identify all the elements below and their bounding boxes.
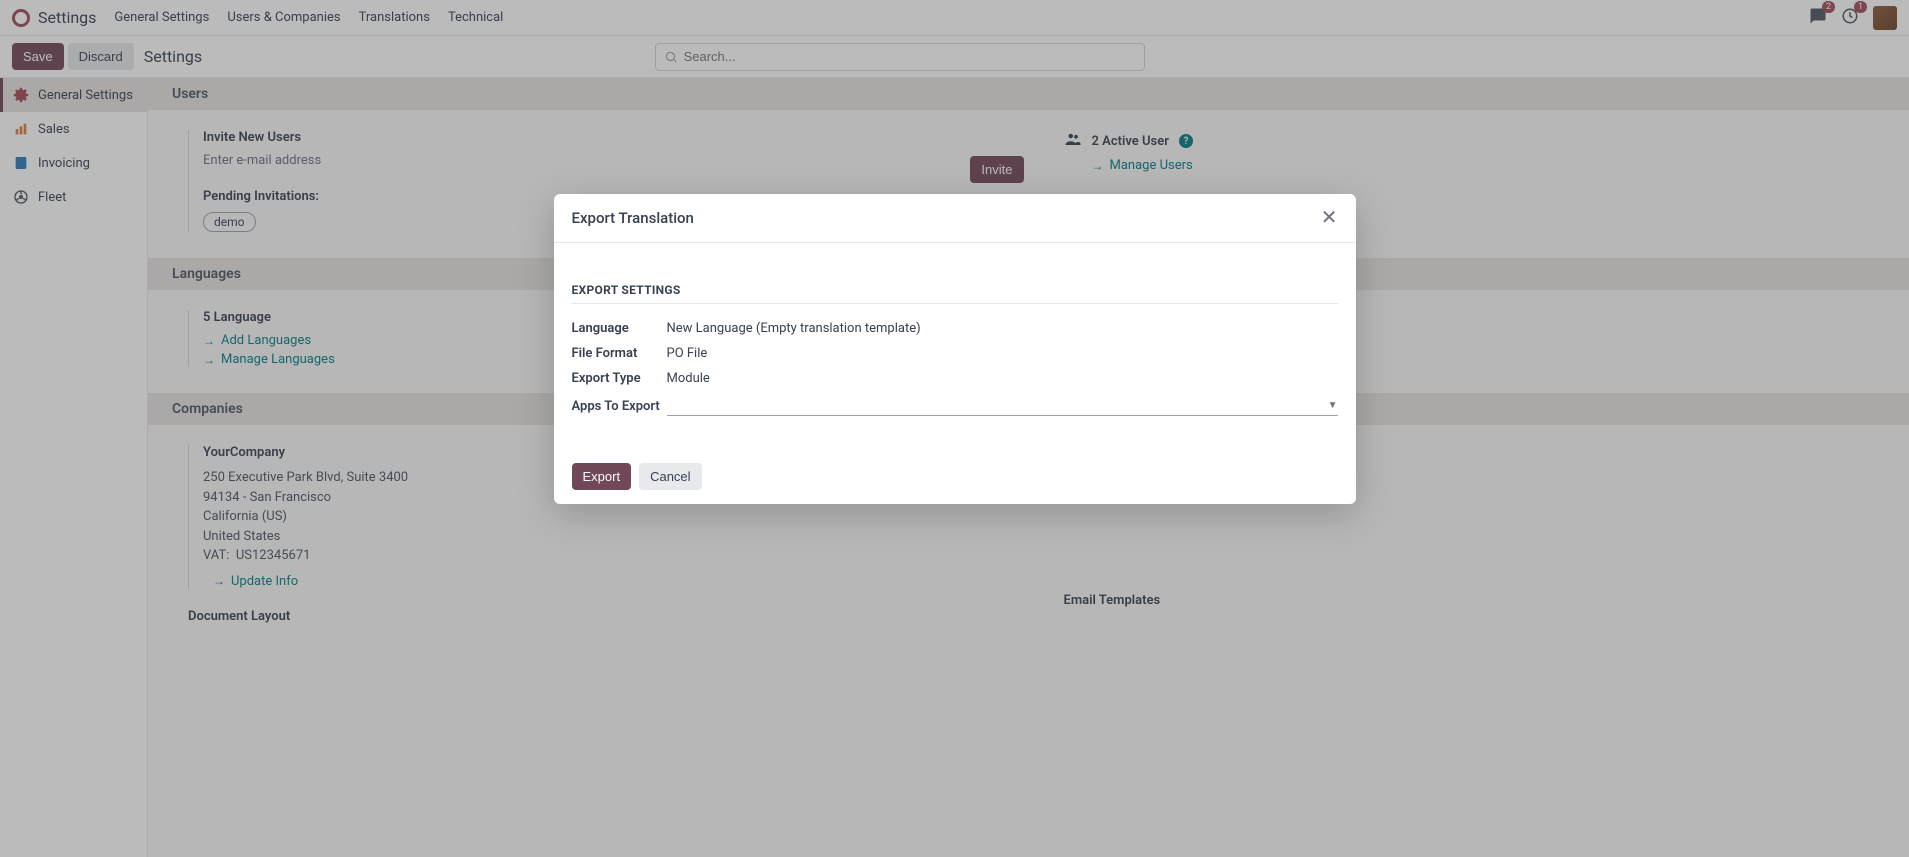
language-value[interactable]: New Language (Empty translation template…	[667, 321, 1338, 336]
apps-to-export-input[interactable]	[667, 398, 1328, 413]
form-row-format: File Format PO File	[572, 341, 1338, 366]
type-value[interactable]: Module	[667, 371, 1338, 386]
modal-title: Export Translation	[572, 209, 694, 227]
modal-footer: Export Cancel	[554, 449, 1356, 504]
modal-overlay: Export Translation ✕ EXPORT SETTINGS Lan…	[0, 0, 1909, 857]
close-icon[interactable]: ✕	[1321, 208, 1338, 228]
cancel-button[interactable]: Cancel	[639, 463, 701, 490]
apps-label: Apps To Export	[572, 399, 667, 414]
form-row-language: Language New Language (Empty translation…	[572, 316, 1338, 341]
format-value[interactable]: PO File	[667, 346, 1338, 361]
format-label: File Format	[572, 346, 667, 361]
chevron-down-icon[interactable]: ▼	[1328, 400, 1338, 411]
modal-body: EXPORT SETTINGS Language New Language (E…	[554, 243, 1356, 449]
modal-section-title: EXPORT SETTINGS	[572, 283, 1338, 304]
export-button[interactable]: Export	[572, 463, 632, 490]
form-row-apps: Apps To Export ▼	[572, 391, 1338, 421]
apps-to-export-combo[interactable]: ▼	[667, 396, 1338, 416]
type-label: Export Type	[572, 371, 667, 386]
form-row-type: Export Type Module	[572, 366, 1338, 391]
language-label: Language	[572, 321, 667, 336]
modal-header: Export Translation ✕	[554, 194, 1356, 243]
export-translation-modal: Export Translation ✕ EXPORT SETTINGS Lan…	[554, 194, 1356, 504]
